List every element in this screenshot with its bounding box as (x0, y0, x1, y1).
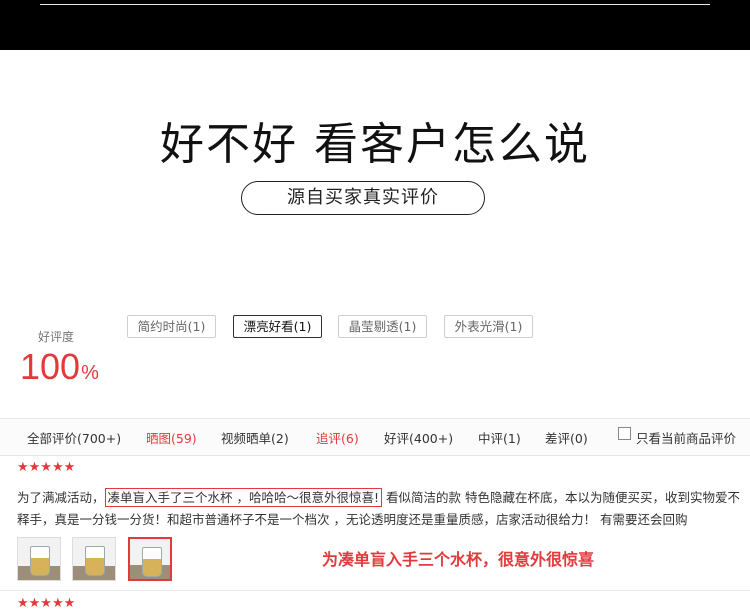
review-text-before: 为了满减活动， (17, 490, 105, 505)
review-photo-thumb[interactable] (72, 537, 116, 581)
glass-image (30, 546, 50, 576)
review-text-line1: 为了满减活动， 凑单盲入手了三个水杯 ，哈哈哈～很意外很惊喜! 看似简洁的款 特色… (17, 487, 740, 507)
filter-positive[interactable]: 好评(400+) (384, 428, 453, 447)
banner-line (40, 4, 710, 5)
glass-image (85, 546, 105, 576)
glass-image (142, 547, 162, 577)
top-banner (0, 0, 750, 50)
rating-number: 100 (20, 346, 81, 387)
filter-video[interactable]: 视频晒单(2) (221, 428, 289, 447)
rating-unit: % (81, 362, 99, 384)
tag-smooth-surface[interactable]: 外表光滑(1) (444, 315, 533, 338)
filter-followup[interactable]: 追评(6) (316, 428, 359, 447)
review-stars: ★★★★★ (17, 460, 76, 475)
rating-value: 100% (20, 346, 99, 388)
review-photo-thumb-selected[interactable] (128, 537, 172, 581)
only-current-checkbox[interactable] (618, 427, 631, 440)
tag-simple-fashion[interactable]: 简约时尚(1) (127, 315, 216, 338)
review-callout: 为凑单盲入手三个水杯，很意外很惊喜 (322, 550, 595, 569)
filter-negative[interactable]: 差评(0) (545, 428, 588, 447)
review-divider (0, 590, 750, 591)
tag-beautiful[interactable]: 漂亮好看(1) (233, 315, 322, 338)
tag-crystal-clear[interactable]: 晶莹剔透(1) (338, 315, 427, 338)
only-current-label[interactable]: 只看当前商品评价 (636, 428, 736, 447)
filter-neutral[interactable]: 中评(1) (478, 428, 521, 447)
next-review-stars: ★★★★★ (17, 596, 76, 611)
filter-photos[interactable]: 晒图(59) (146, 428, 197, 447)
headline: 好不好 看客户怎么说 (160, 119, 590, 170)
review-highlight: 凑单盲入手了三个水杯 ，哈哈哈～很意外很惊喜! (104, 488, 383, 507)
review-text-line2: 释手，真是一分钱一分货！和超市普通杯子不是一个档次 ，无论透明度还是重量质感，店… (17, 512, 688, 527)
review-text-after: 看似简洁的款 特色隐藏在杯底，本以为随便买买，收到实物爱不 (382, 490, 740, 505)
source-pill: 源自买家真实评价 (241, 181, 485, 215)
review-photo-thumb[interactable] (17, 537, 61, 581)
filter-all[interactable]: 全部评价(700+) (27, 428, 121, 447)
rating-label: 好评度 (38, 330, 75, 344)
